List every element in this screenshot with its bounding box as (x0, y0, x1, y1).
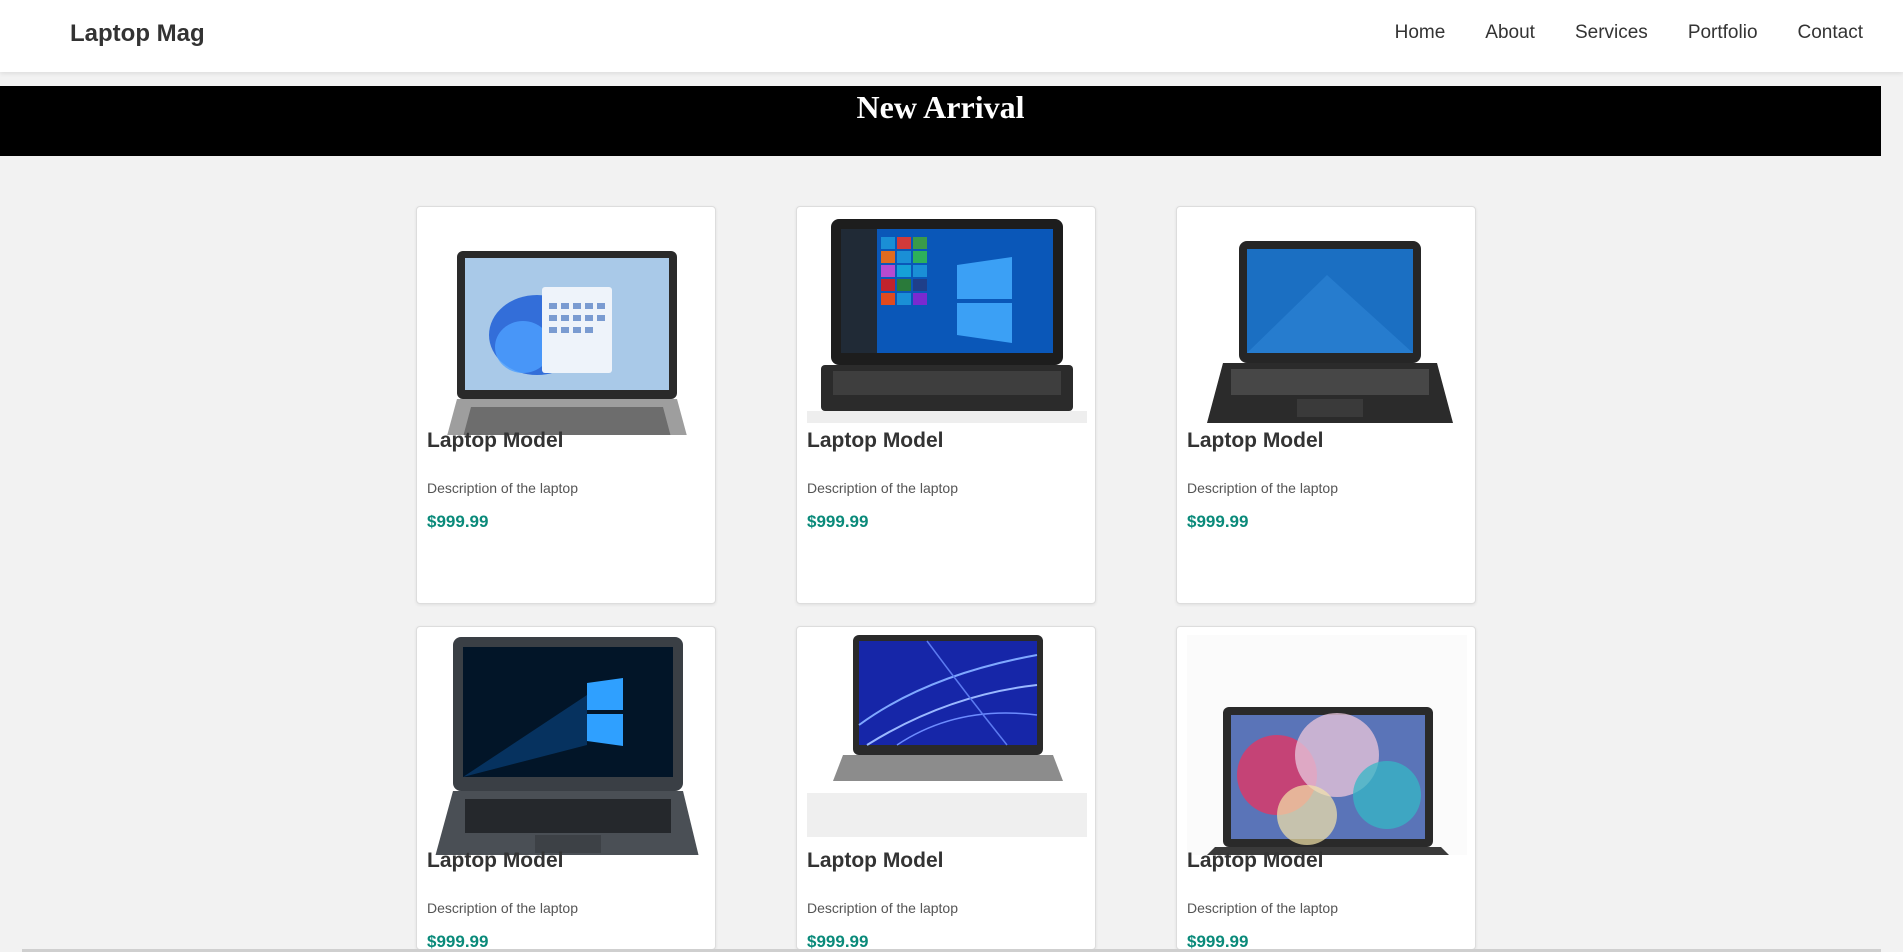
laptop-image[interactable] (1187, 635, 1467, 855)
top-navbar: Laptop Mag Home About Services Portfolio… (0, 0, 1903, 72)
laptop-image[interactable] (807, 215, 1087, 435)
product-price: $999.99 (427, 932, 489, 950)
product-title: Laptop Model (807, 429, 944, 452)
nav-portfolio-link[interactable]: Portfolio (1688, 22, 1758, 44)
product-title: Laptop Model (427, 849, 564, 872)
product-title: Laptop Model (1187, 429, 1324, 452)
product-price: $999.99 (1187, 932, 1249, 950)
product-description: Description of the laptop (1187, 480, 1338, 496)
product-card[interactable]: Laptop Model Description of the laptop $… (416, 626, 716, 950)
product-card[interactable]: Laptop Model Description of the laptop $… (416, 206, 716, 604)
product-price: $999.99 (1187, 512, 1249, 531)
laptop-image[interactable] (1187, 215, 1467, 435)
product-description: Description of the laptop (807, 480, 958, 496)
product-card[interactable]: Laptop Model Description of the laptop $… (796, 206, 1096, 604)
product-description: Description of the laptop (427, 480, 578, 496)
laptop-image[interactable] (427, 635, 707, 855)
laptop-image[interactable] (427, 215, 707, 435)
nav-home-link[interactable]: Home (1395, 22, 1446, 44)
product-price: $999.99 (427, 512, 489, 531)
laptop-image[interactable] (807, 635, 1087, 855)
product-title: Laptop Model (1187, 849, 1324, 872)
nav-menu: Home About Services Portfolio Contact (1395, 22, 1863, 44)
product-description: Description of the laptop (427, 900, 578, 916)
product-card[interactable]: Laptop Model Description of the laptop $… (1176, 206, 1476, 604)
brand-logo[interactable]: Laptop Mag (70, 20, 205, 48)
nav-about-link[interactable]: About (1485, 22, 1535, 44)
product-price: $999.99 (807, 512, 869, 531)
product-card[interactable]: Laptop Model Description of the laptop $… (1176, 626, 1476, 950)
banner-title: New Arrival (856, 89, 1025, 125)
nav-services-link[interactable]: Services (1575, 22, 1648, 44)
new-arrival-banner: New Arrival (0, 86, 1881, 156)
product-card[interactable]: Laptop Model Description of the laptop $… (796, 626, 1096, 950)
nav-contact-link[interactable]: Contact (1798, 22, 1863, 44)
product-description: Description of the laptop (1187, 900, 1338, 916)
product-description: Description of the laptop (807, 900, 958, 916)
product-price: $999.99 (807, 932, 869, 950)
product-title: Laptop Model (807, 849, 944, 872)
product-title: Laptop Model (427, 429, 564, 452)
